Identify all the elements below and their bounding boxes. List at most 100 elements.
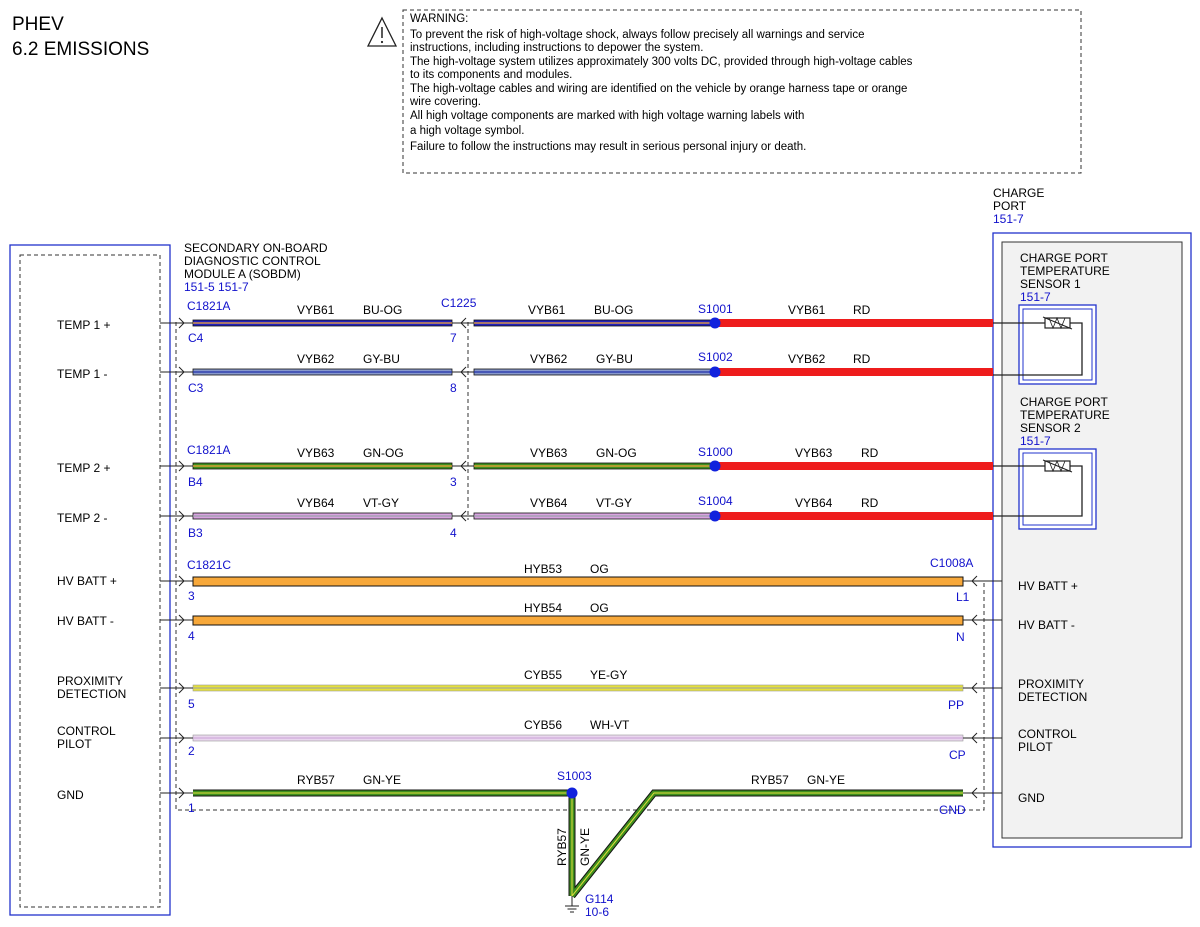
color-label: OG [590,601,609,615]
circuit-label: VYB61 [528,303,566,317]
circuit-label: VYB64 [297,496,335,510]
left-pin-label: TEMP 1 - [57,367,107,381]
color-label: OG [590,562,609,576]
header-section: 6.2 EMISSIONS [12,39,149,60]
warning-line: The high-voltage cables and wiring are i… [410,83,907,95]
splice-label: S1003 [557,769,592,783]
warning-line: The high-voltage system utilizes approxi… [410,56,913,68]
circuit-label: VYB63 [297,446,335,460]
connector-c1225: C1225 [441,296,477,310]
wiring-diagram: PHEV 6.2 EMISSIONS WARNING: To prevent t… [9,9,1192,919]
color-label: GN-YE [578,828,592,866]
pin-number: L1 [956,590,970,604]
color-label: BU-OG [594,303,633,317]
circuit-label: VYB63 [530,446,568,460]
module-name: SECONDARY ON-BOARD [184,241,328,255]
pin-number: C3 [188,381,204,395]
warning-line: to its components and modules. [410,69,572,81]
color-label: GY-BU [596,352,633,366]
circuit-label: VYB64 [530,496,568,510]
sensor1-name: CHARGE PORT [1020,251,1108,265]
sensor1-name: TEMPERATURE [1020,264,1110,278]
right-pin-label: GND [1018,791,1045,805]
splice-s1004 [709,510,721,522]
splice-label: S1004 [698,494,733,508]
color-label: VT-GY [596,496,632,510]
ground-label: G114 [585,892,614,906]
pin-number: C4 [188,331,204,345]
left-pin-label: HV BATT - [57,614,114,628]
connector-c1821c: C1821C [187,558,231,572]
left-pin-label: DETECTION [57,687,126,701]
pin-number: 5 [188,697,195,711]
wire-vyb63-c [716,462,993,470]
warning-title: WARNING: [410,13,468,25]
color-label: RD [861,446,879,460]
module-name: MODULE A (SOBDM) [184,267,301,281]
splice-label: S1000 [698,445,733,459]
circuit-label: VYB61 [788,303,826,317]
color-label: GN-OG [363,446,404,460]
splice-s1000 [709,460,721,472]
wire-hyb54 [192,615,964,626]
warning-line: instructions, including instructions to … [410,42,703,54]
right-pin-label: HV BATT - [1018,618,1075,632]
color-label: WH-VT [590,718,630,732]
module-ref: 151-5 151-7 [184,280,249,294]
circuit-label: VYB63 [795,446,833,460]
circuit-label: VYB61 [297,303,335,317]
header-phev: PHEV [12,14,64,35]
circuit-label: VYB64 [795,496,833,510]
pin-number: 3 [450,475,457,489]
color-label: BU-OG [363,303,402,317]
circuit-label: CYB56 [524,718,562,732]
sensor2-name: SENSOR 2 [1020,421,1081,435]
color-label: RD [853,303,871,317]
wire-hyb53 [192,576,964,587]
pin-number: 8 [450,381,457,395]
left-pin-label: TEMP 1 + [57,318,110,332]
sensor1-ref: 151-7 [1020,290,1051,304]
color-label: GN-YE [363,773,401,787]
pin-number: 4 [188,629,195,643]
right-pin-label: PILOT [1018,740,1053,754]
color-label: RD [861,496,879,510]
circuit-label: RYB57 [297,773,335,787]
pin-number: 7 [450,331,457,345]
right-pin-label: DETECTION [1018,690,1087,704]
color-label: GN-YE [807,773,845,787]
right-pin-label: CONTROL [1018,727,1077,741]
pin-number: 3 [188,589,195,603]
splice-s1003 [566,787,578,799]
charge-port-name: PORT [993,199,1027,213]
circuit-label: VYB62 [297,352,335,366]
circuit-label: VYB62 [788,352,826,366]
splice-s1001 [709,317,721,329]
circuit-label: VYB62 [530,352,568,366]
wire-vyb61-c [716,319,993,327]
charge-port-ref: 151-7 [993,212,1024,226]
wire-vyb64-c [716,512,993,520]
pin-number: N [956,630,965,644]
circuit-label: HYB53 [524,562,562,576]
pin-number: B3 [188,526,203,540]
connector-c1008a: C1008A [930,556,973,570]
splice-label: S1002 [698,350,733,364]
pin-number: B4 [188,475,203,489]
pin-number: 2 [188,744,195,758]
ground-icon [565,896,579,913]
warning-line: a high voltage symbol. [410,125,524,137]
pin-number: CP [949,748,966,762]
color-label: GN-OG [596,446,637,460]
right-leads [963,575,1002,799]
right-pin-label: PROXIMITY [1018,677,1084,691]
circuit-label: RYB57 [751,773,789,787]
pin-number: PP [948,698,964,712]
sensor2-name: TEMPERATURE [1020,408,1110,422]
sensor2-ref: 151-7 [1020,434,1051,448]
warning-line: wire covering. [409,96,481,108]
left-pin-label: HV BATT + [57,574,117,588]
splice-label: S1001 [698,302,733,316]
left-pin-label: TEMP 2 - [57,511,107,525]
warning-line: To prevent the risk of high-voltage shoc… [410,29,864,41]
